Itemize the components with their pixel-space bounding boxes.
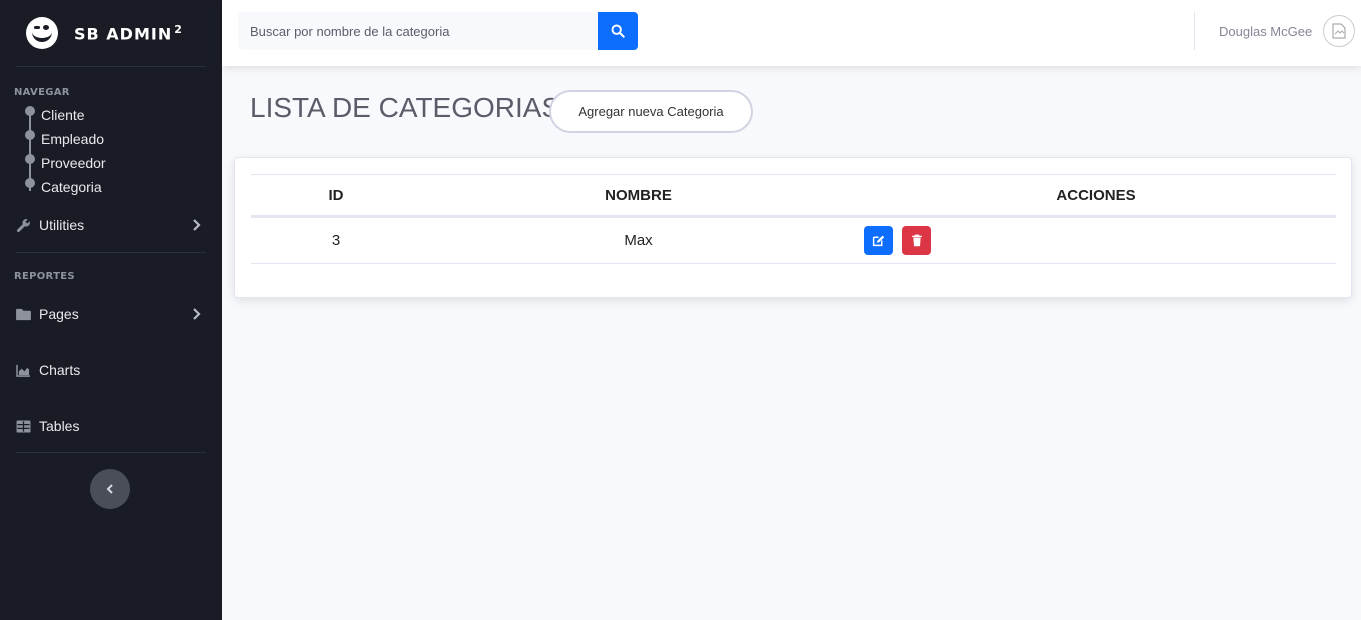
- sidebar-item-tables[interactable]: Tables: [0, 414, 222, 438]
- search-icon: [611, 24, 625, 38]
- chevron-right-icon: [193, 219, 201, 231]
- avatar[interactable]: [1323, 15, 1355, 47]
- delete-button[interactable]: [902, 226, 932, 255]
- sidebar-item-utilities[interactable]: Utilities: [0, 213, 222, 237]
- cell-id: 3: [251, 216, 421, 264]
- brand[interactable]: SB ADMIN 2: [0, 0, 222, 66]
- column-header-acciones: ACCIONES: [1056, 186, 1136, 204]
- edit-button[interactable]: [864, 226, 893, 255]
- sidebar-divider: [16, 252, 206, 253]
- sidebar-heading-navegar: NAVEGAR: [14, 87, 70, 98]
- sidebar-item-charts[interactable]: Charts: [0, 358, 222, 382]
- sidebar-divider: [16, 452, 206, 453]
- wrench-icon: [15, 217, 31, 233]
- chevron-left-icon: [106, 484, 113, 494]
- table-icon: [15, 418, 31, 434]
- categories-card: ID NOMBRE ACCIONES 3 Max: [234, 157, 1352, 298]
- trash-icon: [911, 234, 922, 247]
- column-header-id: ID: [328, 186, 344, 204]
- sidebar-toggle-button[interactable]: [90, 469, 130, 509]
- area-chart-icon: [15, 362, 31, 378]
- brand-name: SB ADMIN 2: [74, 22, 183, 44]
- bullet-icon: [25, 154, 35, 164]
- sidebar-heading-reportes: REPORTES: [14, 271, 75, 282]
- search-button[interactable]: [598, 12, 638, 50]
- topbar-divider: [1194, 12, 1195, 50]
- categories-table: ID NOMBRE ACCIONES 3 Max: [251, 174, 1336, 264]
- search-input[interactable]: [238, 12, 598, 50]
- brand-logo-icon: [26, 17, 58, 49]
- bullet-icon: [25, 130, 35, 140]
- sidebar-divider: [16, 66, 206, 67]
- bullet-icon: [25, 178, 35, 188]
- topbar: Douglas McGee: [222, 0, 1361, 66]
- edit-icon: [872, 235, 885, 247]
- sidebar: SB ADMIN 2 NAVEGAR Cliente Empleado Prove…: [0, 0, 222, 620]
- cell-acciones: [856, 216, 1336, 264]
- cell-nombre: Max: [421, 216, 856, 264]
- sidebar-item-categoria[interactable]: Categoria: [25, 175, 222, 199]
- column-header-nombre: NOMBRE: [605, 186, 672, 204]
- bullet-icon: [25, 106, 35, 116]
- sidebar-item-pages[interactable]: Pages: [0, 302, 222, 326]
- user-name[interactable]: Douglas McGee: [1219, 24, 1312, 39]
- table-header-row: ID NOMBRE ACCIONES: [251, 174, 1336, 217]
- chevron-right-icon: [193, 308, 201, 320]
- broken-image-icon: [1332, 23, 1346, 39]
- add-category-button[interactable]: Agregar nueva Categoria: [549, 90, 753, 133]
- sidebar-item-empleado[interactable]: Empleado: [25, 127, 222, 151]
- sidebar-tree: Cliente Empleado Proveedor Categoria: [0, 103, 222, 199]
- page-title: LISTA DE CATEGORIAS: [250, 92, 561, 123]
- sidebar-item-cliente[interactable]: Cliente: [25, 103, 222, 127]
- table-row: 3 Max: [251, 216, 1336, 264]
- folder-icon: [15, 306, 31, 322]
- search-form: [238, 12, 638, 50]
- sidebar-item-proveedor[interactable]: Proveedor: [25, 151, 222, 175]
